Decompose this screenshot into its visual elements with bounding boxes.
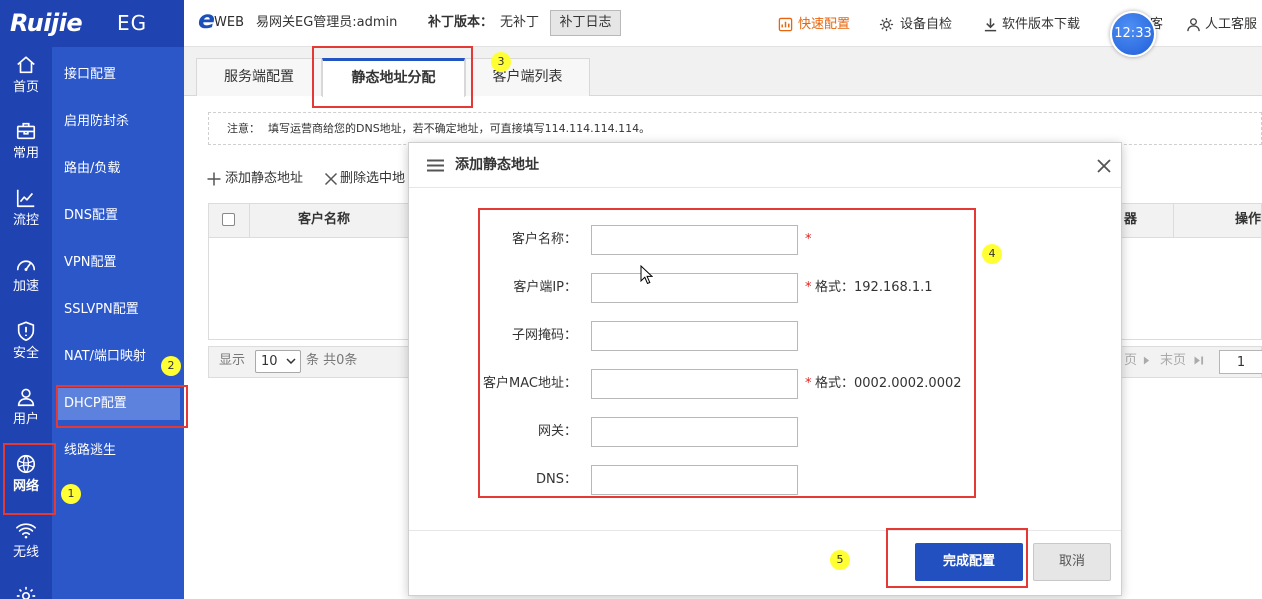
- step-badge-3: 3: [491, 52, 511, 72]
- nav-item-flow-control[interactable]: 流控: [0, 180, 52, 246]
- nav-item-label: 常用: [12, 146, 39, 161]
- software-download-link[interactable]: 软件版本下载: [1002, 16, 1080, 34]
- next-page-icon: [1143, 356, 1150, 365]
- submenu-item-sslvpn[interactable]: SSLVPN配置: [52, 286, 184, 333]
- submenu-label: 线路逃生: [64, 443, 117, 458]
- brand-logo-text: Ruijie: [10, 9, 83, 37]
- nav-item-label: 流控: [12, 213, 39, 228]
- gear-icon: [15, 585, 37, 599]
- wifi-icon: [15, 519, 37, 541]
- step-badge-4: 4: [982, 244, 1002, 264]
- chevron-down-icon: [286, 358, 296, 364]
- column-divider: [249, 203, 250, 238]
- step-badge-5: 5: [830, 550, 850, 570]
- add-static-address-button[interactable]: 添加静态地址: [225, 170, 303, 188]
- nav-item-home[interactable]: 首页: [0, 47, 52, 113]
- nav-item-label: 用户: [12, 412, 39, 427]
- mouse-cursor-icon: [640, 265, 653, 285]
- submenu-label: SSLVPN配置: [64, 302, 139, 317]
- page-size-label: 显示: [219, 353, 246, 368]
- user-icon: [15, 386, 37, 408]
- page-number-input[interactable]: [1219, 350, 1262, 374]
- eweb-logo-web: WEB: [214, 15, 244, 30]
- shield-icon: [15, 320, 37, 342]
- step-badge-2: 2: [161, 356, 181, 376]
- clock-badge: 12:33: [1110, 11, 1156, 57]
- submenu-item-dns[interactable]: DNS配置: [52, 192, 184, 239]
- logo-area: Ruijie EG: [0, 0, 184, 47]
- last-page-icon: [1194, 356, 1204, 365]
- nav-item-security[interactable]: 安全: [0, 313, 52, 379]
- diagnostic-icon: [879, 17, 894, 32]
- step-badge-1: 1: [61, 484, 81, 504]
- submenu-item-routing[interactable]: 路由/负载: [52, 145, 184, 192]
- patch-version-value: 无补丁: [500, 15, 540, 30]
- nav-item-common[interactable]: 常用: [0, 113, 52, 179]
- speedometer-icon: [15, 253, 37, 275]
- submenu-label: DNS配置: [64, 208, 118, 223]
- tab-server-config[interactable]: 服务端配置: [196, 58, 322, 96]
- notice-text: 填写运营商给您的DNS地址，若不确定地址，可直接填写114.114.114.11…: [268, 122, 651, 135]
- submenu-label: NAT/端口映射: [64, 349, 146, 364]
- dashboard-icon: [778, 17, 793, 32]
- nav-item-wireless[interactable]: 无线: [0, 512, 52, 578]
- nav-item-label: 加速: [12, 279, 39, 294]
- toolbox-icon: [15, 120, 37, 142]
- column-header-client-name: 客户名称: [298, 212, 351, 227]
- quick-config-link[interactable]: 快速配置: [798, 16, 850, 34]
- nav-item-settings[interactable]: [0, 578, 52, 599]
- record-count: 条 共0条: [306, 353, 358, 368]
- submenu-label: 接口配置: [64, 67, 117, 82]
- submenu-item-anti-block[interactable]: 启用防封杀: [52, 98, 184, 145]
- eweb-logo-e: e: [198, 5, 215, 34]
- annotation-box-network: [3, 443, 56, 515]
- cancel-button[interactable]: 取消: [1033, 543, 1111, 581]
- menu-icon: [427, 159, 444, 172]
- nav-item-label: 安全: [12, 346, 39, 361]
- submenu-label: VPN配置: [64, 255, 117, 270]
- submenu-item-line-escape[interactable]: 线路逃生: [52, 427, 184, 474]
- annotation-box-form: [478, 208, 976, 498]
- nav-item-label: 首页: [12, 80, 39, 95]
- page-size-select[interactable]: 10: [255, 350, 301, 373]
- notice-label: 注意：: [227, 122, 260, 135]
- plus-icon: [207, 172, 221, 186]
- next-page-link-partial[interactable]: 页: [1124, 352, 1137, 370]
- patch-log-button[interactable]: 补丁日志: [550, 10, 621, 36]
- submenu-item-interface[interactable]: 接口配置: [52, 51, 184, 98]
- column-header-partial: 器: [1124, 212, 1138, 227]
- nav-item-label: 无线: [12, 545, 39, 560]
- column-divider: [1173, 203, 1174, 238]
- support-link[interactable]: 人工客服: [1205, 16, 1257, 34]
- product-name: EG: [117, 11, 148, 35]
- annotation-box-confirm: [886, 528, 1028, 588]
- dialog-title: 添加静态地址: [455, 157, 539, 173]
- nav-item-acceleration[interactable]: 加速: [0, 246, 52, 312]
- submenu-label: 路由/负载: [64, 161, 121, 176]
- notice-bar: 注意： 填写运营商给您的DNS地址，若不确定地址，可直接填写114.114.11…: [208, 112, 1262, 145]
- home-icon: [15, 54, 37, 76]
- submenu-label: 启用防封杀: [64, 114, 130, 129]
- download-icon: [983, 17, 998, 32]
- last-page-link[interactable]: 末页: [1160, 352, 1186, 370]
- page-size-value: 10: [261, 354, 278, 369]
- annotation-box-dhcp: [56, 385, 188, 428]
- self-check-link[interactable]: 设备自检: [900, 16, 952, 34]
- line-chart-icon: [15, 187, 37, 209]
- dialog-header: 添加静态地址: [409, 143, 1121, 188]
- submenu-item-vpn[interactable]: VPN配置: [52, 239, 184, 286]
- patch-version-label: 补丁版本：: [428, 15, 494, 30]
- close-icon[interactable]: [1096, 158, 1112, 174]
- column-header-actions: 操作: [1235, 212, 1262, 227]
- x-icon: [324, 172, 338, 186]
- person-icon: [1186, 17, 1201, 32]
- delete-selected-button[interactable]: 删除选中地: [340, 170, 405, 188]
- admin-label: 易网关EG管理员:admin: [256, 15, 398, 30]
- annotation-box-tab: [312, 46, 473, 108]
- select-all-checkbox[interactable]: [222, 213, 235, 226]
- tab-client-list[interactable]: 客户端列表: [465, 58, 590, 96]
- nav-item-users[interactable]: 用户: [0, 379, 52, 445]
